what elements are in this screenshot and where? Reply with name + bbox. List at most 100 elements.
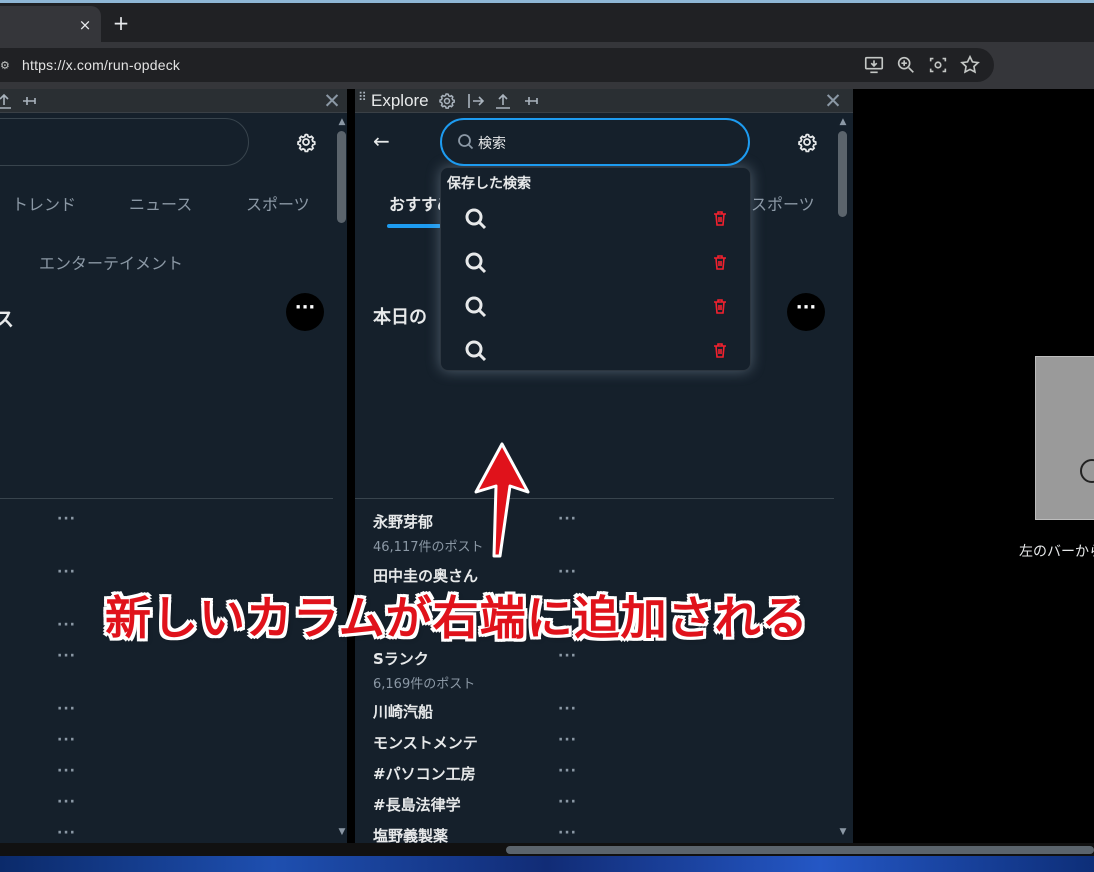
pin-icon[interactable] bbox=[522, 91, 542, 111]
move-top-icon[interactable] bbox=[493, 91, 513, 111]
tab-close-icon[interactable]: × bbox=[76, 16, 94, 34]
trend-more-icon[interactable]: ··· bbox=[57, 732, 76, 748]
delete-trash-icon[interactable] bbox=[710, 208, 730, 228]
trend-item[interactable]: Sランク 6,169件のポスト bbox=[373, 648, 475, 692]
more-options-button[interactable]: ··· bbox=[787, 293, 825, 331]
install-icon[interactable] bbox=[863, 54, 885, 76]
browser-tab[interactable]: × bbox=[0, 6, 101, 45]
trend-more-icon[interactable]: ··· bbox=[57, 564, 76, 580]
pin-icon[interactable] bbox=[20, 91, 40, 111]
column-settings-icon[interactable] bbox=[437, 91, 457, 111]
trend-more-icon[interactable]: ··· bbox=[558, 763, 577, 779]
search-icon bbox=[463, 294, 489, 320]
delete-trash-icon[interactable] bbox=[710, 340, 730, 360]
column-header: ⠿ Explore ✕ bbox=[355, 89, 853, 113]
trend-more-icon[interactable]: ··· bbox=[558, 825, 577, 841]
trend-title: 川崎汽船 bbox=[373, 703, 434, 721]
site-info-icon[interactable]: ⚙ bbox=[0, 59, 10, 73]
search-icon bbox=[456, 132, 476, 152]
trend-title: モンストメンテ bbox=[373, 734, 478, 752]
scroll-down-icon[interactable]: ▼ bbox=[337, 827, 347, 837]
search-input[interactable]: 検索 bbox=[440, 118, 750, 166]
saved-search-item[interactable] bbox=[441, 196, 752, 240]
trend-more-icon[interactable]: ··· bbox=[558, 732, 577, 748]
scroll-up-icon[interactable]: ▲ bbox=[838, 117, 848, 127]
trend-more-icon[interactable]: ··· bbox=[558, 564, 577, 580]
desktop-taskbar bbox=[0, 856, 1094, 872]
scroll-down-icon[interactable]: ▼ bbox=[838, 827, 848, 837]
tab-sports[interactable]: スポーツ bbox=[246, 191, 310, 215]
delete-trash-icon[interactable] bbox=[710, 252, 730, 272]
trend-more-icon[interactable]: ··· bbox=[57, 794, 76, 810]
tab-active-indicator bbox=[387, 224, 441, 228]
section-heading: 本日の bbox=[373, 307, 427, 328]
trend-title: #長島法律学 bbox=[373, 796, 461, 814]
search-icon bbox=[463, 338, 489, 364]
trend-more-icon[interactable]: ··· bbox=[558, 794, 577, 810]
scroll-thumb[interactable] bbox=[838, 131, 847, 217]
explore-column: ⠿ Explore ✕ ← おすすめ スポーツ 本日の ··· 永野芽郁 46,… bbox=[355, 89, 853, 843]
trend-count: 6,169件のポスト bbox=[373, 677, 476, 692]
right-caption: 左のバーから bbox=[1019, 544, 1094, 560]
trend-item[interactable]: 塩野義製薬 bbox=[373, 825, 448, 843]
saved-search-item[interactable] bbox=[441, 284, 752, 328]
search-input[interactable] bbox=[0, 118, 249, 166]
trend-item[interactable]: #パソコン工房 bbox=[373, 763, 476, 784]
star-icon[interactable] bbox=[959, 54, 981, 76]
left-column-scrollbar[interactable]: ▲ ▼ bbox=[333, 113, 347, 843]
tab-trend[interactable]: トレンド bbox=[12, 191, 76, 215]
tab-recommended[interactable]: おすすめ bbox=[389, 191, 441, 215]
move-right-icon[interactable] bbox=[0, 91, 14, 111]
tab-news[interactable]: ニュース bbox=[129, 191, 192, 215]
trend-title: #パソコン工房 bbox=[373, 765, 476, 783]
scroll-up-icon[interactable]: ▲ bbox=[337, 117, 347, 127]
browser-toolbar: ⚙ https://x.com/run-opdeck bbox=[0, 42, 1094, 89]
trend-more-icon[interactable]: ··· bbox=[57, 617, 76, 633]
explore-column-scrollbar[interactable]: ▲ ▼ bbox=[834, 113, 852, 843]
placeholder-circle-icon bbox=[1080, 459, 1094, 483]
dropdown-title: 保存した検索 bbox=[447, 176, 531, 192]
column-title: Explore bbox=[371, 91, 429, 110]
trend-item[interactable]: 永野芽郁 46,117件のポスト bbox=[373, 511, 484, 555]
trend-more-icon[interactable]: ··· bbox=[57, 511, 76, 527]
trend-more-icon[interactable]: ··· bbox=[558, 648, 577, 664]
tab-entertainment[interactable]: エンターテイメント bbox=[39, 250, 183, 274]
saved-search-item[interactable] bbox=[441, 328, 752, 372]
new-tab-button[interactable]: + bbox=[110, 12, 132, 34]
trend-more-icon[interactable]: ··· bbox=[558, 511, 577, 527]
column-header: ✕ bbox=[0, 89, 347, 113]
lens-icon[interactable] bbox=[927, 54, 949, 76]
saved-search-item[interactable] bbox=[441, 240, 752, 284]
trend-item[interactable]: モンストメンテ bbox=[373, 732, 478, 753]
trend-more-icon[interactable]: ··· bbox=[57, 763, 76, 779]
column-close-icon[interactable]: ✕ bbox=[822, 90, 844, 112]
divider bbox=[0, 498, 333, 499]
trend-more-icon[interactable]: ··· bbox=[558, 701, 577, 717]
search-icon bbox=[463, 206, 489, 232]
trend-more-icon[interactable]: ··· bbox=[57, 825, 76, 841]
back-arrow-icon[interactable]: ← bbox=[373, 129, 390, 153]
trend-more-icon[interactable]: ··· bbox=[57, 701, 76, 717]
scroll-thumb[interactable] bbox=[337, 131, 346, 223]
drag-handle-icon[interactable]: ⠿ bbox=[358, 91, 370, 109]
move-right-icon[interactable] bbox=[466, 91, 486, 111]
section-heading: ス bbox=[0, 307, 14, 331]
trend-item[interactable]: 川崎汽船 bbox=[373, 701, 433, 722]
column-close-icon[interactable]: ✕ bbox=[321, 90, 343, 112]
tab-sports[interactable]: スポーツ bbox=[751, 191, 815, 215]
trend-item[interactable]: #長島法律学 bbox=[373, 794, 461, 815]
trend-count: 46,117件のポスト bbox=[373, 540, 484, 555]
annotation-arrow-icon bbox=[474, 442, 530, 558]
trend-title: 塩野義製薬 bbox=[373, 827, 449, 843]
url-text[interactable]: https://x.com/run-opdeck bbox=[22, 57, 180, 73]
trend-title: Sランク bbox=[373, 650, 429, 668]
delete-trash-icon[interactable] bbox=[710, 296, 730, 316]
search-icon bbox=[463, 250, 489, 276]
zoom-icon[interactable] bbox=[895, 54, 917, 76]
settings-gear-icon[interactable] bbox=[288, 124, 324, 160]
trend-more-icon[interactable]: ··· bbox=[57, 648, 76, 664]
more-options-button[interactable]: ··· bbox=[286, 293, 324, 331]
annotation-caption: 新しいカラムが右端に追加される bbox=[105, 591, 809, 645]
settings-gear-icon[interactable] bbox=[789, 124, 825, 160]
horizontal-scroll-thumb[interactable] bbox=[506, 846, 1094, 854]
